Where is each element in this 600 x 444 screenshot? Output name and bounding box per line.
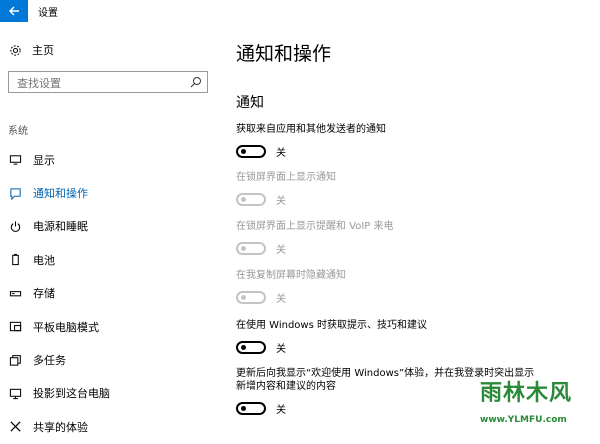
toggle-state: 关 (276, 196, 286, 207)
tablet-icon (8, 320, 22, 334)
sidebar-item-multitasking[interactable]: 多任务 (0, 343, 220, 376)
sidebar-item-power[interactable]: 电源和睡眠 (0, 210, 220, 243)
sidebar-item-display[interactable]: 显示 (0, 143, 220, 176)
page-title: 通知和操作 (236, 43, 332, 65)
setting-tips: 在使用 Windows 时获取提示、技巧和建议 关 (236, 319, 596, 355)
notification-icon (8, 186, 22, 200)
setting-lock-screen-notifications: 在锁屏界面上显示通知 关 (236, 171, 596, 207)
setting-hide-when-duplicating: 在我复制屏幕时隐藏通知 关 (236, 269, 596, 305)
sidebar-item-tablet-mode[interactable]: 平板电脑模式 (0, 310, 220, 343)
toggle-switch[interactable] (236, 341, 266, 354)
sidebar-item-battery[interactable]: 电池 (0, 243, 220, 276)
sidebar-item-label: 电源和睡眠 (33, 220, 88, 234)
battery-icon (8, 253, 22, 267)
project-icon (8, 386, 22, 400)
toggle-switch (236, 193, 266, 206)
sidebar-item-label: 通知和操作 (33, 187, 88, 201)
setting-app-notifications: 获取来自应用和其他发送者的通知 关 (236, 123, 596, 159)
sidebar: 主页 系统 显示 通知和操作 电源和睡眠 (0, 22, 220, 435)
sidebar-item-shared-experiences[interactable]: 共享的体验 (0, 410, 220, 443)
share-icon (8, 420, 22, 434)
watermark-logo: 雨林木风 www.YLMFU.com (476, 371, 600, 435)
toggle-state: 关 (276, 245, 286, 256)
gear-icon (8, 43, 22, 57)
toggle-switch (236, 291, 266, 304)
toggle-state: 关 (276, 405, 286, 416)
multitask-icon (8, 353, 22, 367)
toggle-state: 关 (276, 294, 286, 305)
window-title: 设置 (38, 8, 58, 19)
setting-lock-screen-voip: 在锁屏界面上显示提醒和 VoIP 来电 关 (236, 220, 596, 256)
section-label: 系统 (8, 126, 28, 137)
sidebar-item-label: 存储 (33, 287, 55, 301)
sidebar-item-label: 投影到这台电脑 (33, 387, 110, 401)
setting-label: 在我复制屏幕时隐藏通知 (236, 270, 346, 281)
home-label: 主页 (32, 44, 54, 57)
section-heading: 通知 (236, 95, 264, 111)
sidebar-item-label: 共享的体验 (33, 420, 88, 434)
back-arrow-icon (9, 6, 19, 16)
watermark-brand: 雨林木风 (480, 381, 573, 406)
search-icon[interactable] (190, 76, 202, 88)
setting-label: 获取来自应用和其他发送者的通知 (236, 124, 386, 135)
sidebar-item-storage[interactable]: 存储 (0, 277, 220, 310)
sidebar-item-label: 电池 (33, 253, 55, 267)
power-icon (8, 219, 22, 233)
sidebar-item-label: 多任务 (33, 354, 66, 368)
home-link[interactable]: 主页 (8, 42, 54, 58)
search-box[interactable] (8, 71, 208, 93)
setting-label: 在锁屏界面上显示提醒和 VoIP 来电 (236, 221, 394, 232)
setting-label: 在使用 Windows 时获取提示、技巧和建议 (236, 320, 427, 331)
title-bar: 设置 (0, 0, 600, 22)
toggle-switch[interactable] (236, 145, 266, 158)
search-input[interactable] (15, 73, 189, 93)
watermark-url: www.YLMFU.com (480, 415, 567, 425)
toggle-state: 关 (276, 344, 286, 355)
sidebar-item-project[interactable]: 投影到这台电脑 (0, 377, 220, 410)
toggle-switch (236, 242, 266, 255)
toggle-state: 关 (276, 148, 286, 159)
sidebar-item-notifications[interactable]: 通知和操作 (0, 176, 220, 209)
sidebar-nav: 显示 通知和操作 电源和睡眠 电池 存储 平板电脑模式 多任务 投影到这台电脑 … (0, 143, 220, 444)
setting-label: 在锁屏界面上显示通知 (236, 172, 336, 183)
monitor-icon (8, 153, 22, 167)
sidebar-item-label: 平板电脑模式 (33, 320, 99, 334)
storage-icon (8, 286, 22, 300)
back-button[interactable] (0, 0, 28, 22)
sidebar-item-label: 显示 (33, 153, 55, 167)
toggle-switch[interactable] (236, 402, 266, 415)
